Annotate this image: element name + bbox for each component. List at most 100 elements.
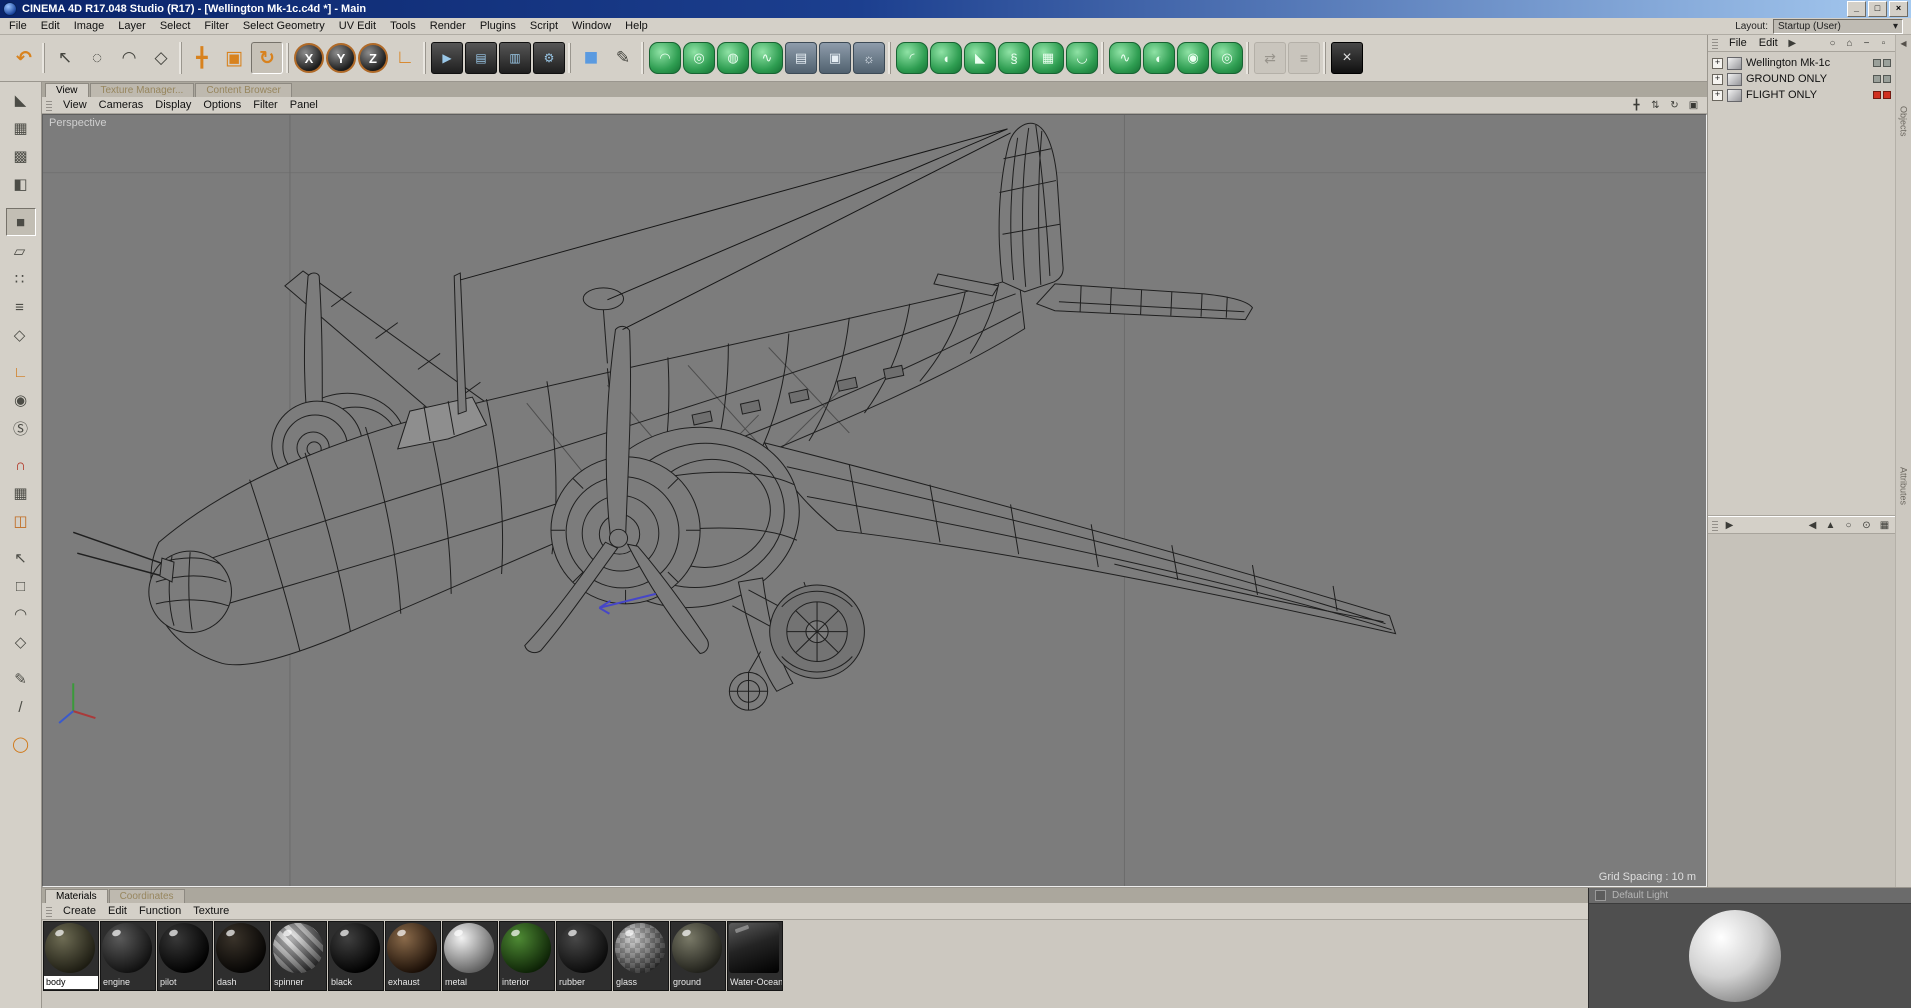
collision-icon[interactable]: ◎ <box>1211 42 1243 74</box>
jiggle-icon[interactable]: ◉ <box>1177 42 1209 74</box>
material-menu-item[interactable]: Edit <box>102 905 133 917</box>
more-menus-icon[interactable]: ▶ <box>1786 38 1799 49</box>
edges-mode-icon[interactable]: ≡ <box>6 294 34 320</box>
menu-item[interactable]: Help <box>618 19 655 33</box>
undo-icon[interactable]: ↶ <box>9 43 39 73</box>
menu-item[interactable]: Filter <box>197 19 235 33</box>
camera-icon[interactable]: ▣ <box>819 42 851 74</box>
menu-item[interactable]: Select Geometry <box>236 19 332 33</box>
minimize-button[interactable]: _ <box>1847 1 1866 17</box>
material-name[interactable]: body <box>44 976 98 989</box>
lock-workplane-icon[interactable]: ▦ <box>7 480 35 506</box>
bodypaint-icon[interactable]: × <box>1331 42 1363 74</box>
home-icon[interactable]: ⌂ <box>1843 38 1856 49</box>
stage-icon[interactable]: ▤ <box>785 42 817 74</box>
expand-icon[interactable]: + <box>1712 73 1723 85</box>
render-settings-icon[interactable]: ⚙ <box>533 42 565 74</box>
sweep-icon[interactable]: ∿ <box>751 42 783 74</box>
rect-select-icon[interactable]: □ <box>7 573 35 599</box>
layer-chip[interactable] <box>1883 91 1891 99</box>
brush-icon[interactable]: ✎ <box>7 666 35 692</box>
float-panel-icon[interactable]: ▫ <box>1877 38 1890 49</box>
expand-icon[interactable]: + <box>1712 57 1723 69</box>
minimize-panel-icon[interactable]: − <box>1860 38 1873 49</box>
points-mode-icon[interactable]: ∷ <box>6 266 34 292</box>
selection-tool-icon[interactable]: ↖ <box>50 43 80 73</box>
viewport-menu-item[interactable]: View <box>57 99 93 111</box>
material-name[interactable]: glass <box>614 976 668 989</box>
material-name[interactable]: black <box>329 976 383 989</box>
material-swatch[interactable]: body <box>43 921 99 991</box>
light-icon[interactable]: ☼ <box>853 42 885 74</box>
checkbox-icon[interactable] <box>1595 890 1606 901</box>
viewport-menu-item[interactable]: Panel <box>284 99 324 111</box>
material-swatch[interactable]: exhaust <box>385 921 441 991</box>
viewport-nav-icon[interactable]: ◉ <box>7 387 35 413</box>
make-editable-icon[interactable]: ◣ <box>7 87 35 113</box>
spline-pen-icon[interactable]: ✎ <box>608 43 638 73</box>
menu-item[interactable]: File <box>2 19 34 33</box>
bend-deformer-icon[interactable]: ◜ <box>896 42 928 74</box>
axis-mode-icon[interactable]: ∟ <box>7 359 35 385</box>
menu-item[interactable]: Edit <box>34 19 67 33</box>
spline-wrap-icon[interactable]: ∿ <box>1109 42 1141 74</box>
material-name[interactable]: pilot <box>158 976 212 989</box>
material-swatch[interactable]: dash <box>214 921 270 991</box>
material-name[interactable]: ground <box>671 976 725 989</box>
panel-handle[interactable] <box>46 99 52 111</box>
viewport-menu-item[interactable]: Filter <box>247 99 283 111</box>
material-swatch[interactable]: Water-Ocean <box>727 921 783 991</box>
close-button[interactable]: × <box>1889 1 1908 17</box>
menu-item[interactable]: UV Edit <box>332 19 383 33</box>
menu-item[interactable]: Tools <box>383 19 423 33</box>
polygon-selection-icon[interactable]: ◇ <box>146 43 176 73</box>
squash-deformer-icon[interactable]: ◡ <box>1066 42 1098 74</box>
ffd-deformer-icon[interactable]: ▦ <box>1032 42 1064 74</box>
material-swatch[interactable]: black <box>328 921 384 991</box>
add-primitive-cube-icon[interactable]: ■ <box>576 43 606 73</box>
move-tool-icon[interactable]: ╋ <box>187 43 217 73</box>
object-manager-menu-item[interactable]: Edit <box>1753 37 1784 49</box>
menu-item[interactable]: Render <box>423 19 473 33</box>
material-swatch[interactable]: glass <box>613 921 669 991</box>
material-tab[interactable]: Coordinates <box>108 889 185 903</box>
side-tab[interactable]: Objects <box>1899 106 1909 137</box>
attr-lock-icon[interactable]: ⊙ <box>1860 520 1873 531</box>
maximize-button[interactable]: □ <box>1868 1 1887 17</box>
panel-handle[interactable] <box>46 905 52 917</box>
morph-icon[interactable]: ◐ <box>1143 42 1175 74</box>
mode-menu-icon[interactable]: ▶ <box>1723 520 1736 531</box>
lasso-select-icon[interactable]: ◠ <box>7 601 35 627</box>
lathe-icon[interactable]: ◍ <box>717 42 749 74</box>
search-icon[interactable]: ○ <box>1826 38 1839 49</box>
live-selection-icon[interactable]: ◌ <box>82 43 112 73</box>
bulge-deformer-icon[interactable]: ◖ <box>930 42 962 74</box>
render-team-icon[interactable]: ▥ <box>499 42 531 74</box>
menu-item[interactable]: Image <box>67 19 112 33</box>
material-swatch[interactable]: pilot <box>157 921 213 991</box>
material-name[interactable]: interior <box>500 976 554 989</box>
material-menu-item[interactable]: Texture <box>187 905 235 917</box>
layout-dropdown[interactable]: Startup (User) ▾ <box>1773 18 1903 34</box>
rotate-tool-icon[interactable]: ↻ <box>251 42 283 74</box>
polygons-mode-icon[interactable]: ◇ <box>6 322 34 348</box>
workplane-mode-icon[interactable]: ◧ <box>7 171 35 197</box>
lock-x-axis-icon[interactable]: X <box>294 43 324 73</box>
extrude-icon[interactable]: ◎ <box>683 42 715 74</box>
expand-icon[interactable]: + <box>1712 89 1723 101</box>
menu-item[interactable]: Window <box>565 19 618 33</box>
menu-item[interactable]: Layer <box>111 19 153 33</box>
xref-icon[interactable]: ⇄ <box>1254 42 1286 74</box>
viewport-menu-item[interactable]: Display <box>149 99 197 111</box>
texture-mode-icon[interactable]: ▩ <box>7 143 35 169</box>
material-name[interactable]: spinner <box>272 976 326 989</box>
material-name[interactable]: exhaust <box>386 976 440 989</box>
viewport-tab[interactable]: Texture Manager... <box>89 83 195 97</box>
material-swatch[interactable]: spinner <box>271 921 327 991</box>
layer-chip[interactable] <box>1883 75 1891 83</box>
snap-icon[interactable]: Ⓢ <box>7 415 35 441</box>
rotate-view-icon[interactable]: ↻ <box>1667 99 1682 112</box>
rotate-ring-icon[interactable]: ◯ <box>7 731 35 757</box>
taper-deformer-icon[interactable]: ◣ <box>964 42 996 74</box>
light-preview-sphere[interactable] <box>1689 910 1781 1002</box>
